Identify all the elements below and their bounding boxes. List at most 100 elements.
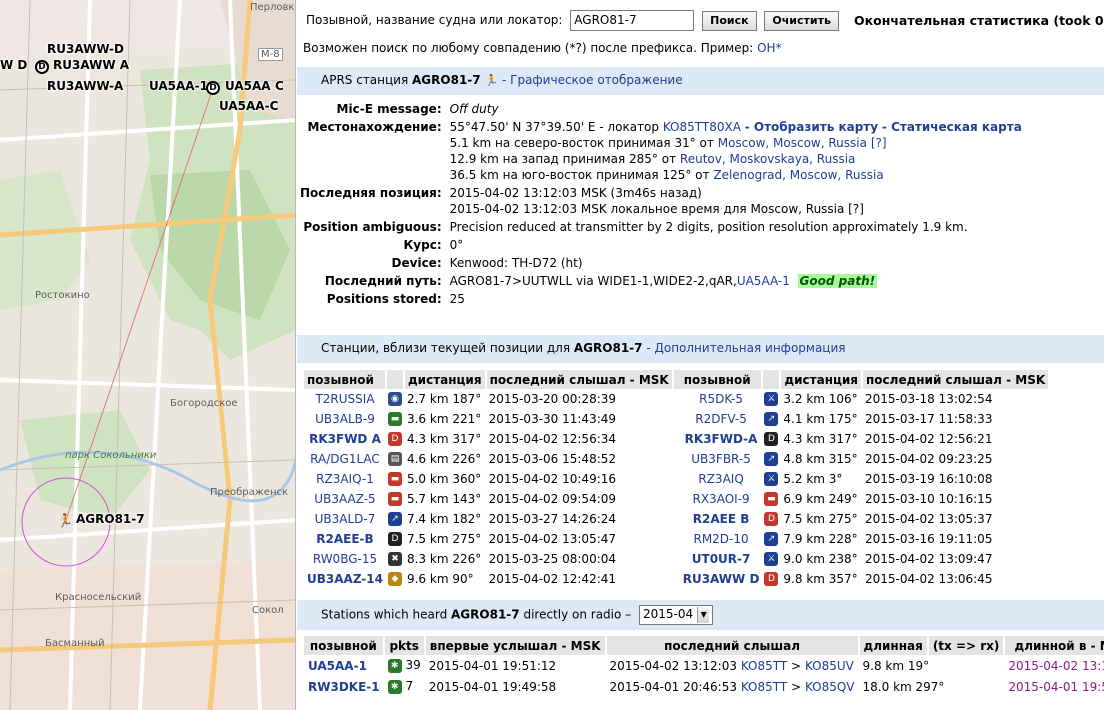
callsign-link[interactable]: UB3ALD-7 <box>315 512 376 526</box>
callsign-link[interactable]: RZ3AIQ-1 <box>316 472 374 486</box>
runner-icon: ⚔ <box>764 392 779 407</box>
map-panel[interactable]: Перловка М-8 Ростокино Богородское парк … <box>0 0 296 710</box>
callsign-cell: RK3FWD-A <box>673 429 763 449</box>
symbol-cell: D <box>762 569 780 589</box>
callsign-link[interactable]: UB3AAZ-14 <box>307 572 383 586</box>
map-station-label[interactable]: AGRO81-7 <box>76 512 145 526</box>
callsign-link[interactable]: RZ3AIQ <box>698 472 743 486</box>
search-input[interactable]: AGRO81-7 <box>570 10 695 31</box>
map-station-label[interactable]: C <box>275 79 284 93</box>
distance-cell: 6.9 km 249° <box>783 492 858 506</box>
column-header: позывной <box>304 636 385 655</box>
place-link[interactable]: Zelenograd, Moscow, Russia <box>713 168 883 182</box>
table-row: RK3FWD A D 4.3 km 317° 2015-04-02 12:56:34 R… <box>304 429 1049 449</box>
place-link[interactable]: Moscow, Moscow, Russia <box>718 136 867 150</box>
table-row: T2RUSSIA ◉ 2.7 km 187° 2015-03-20 00:28:39 R… <box>304 389 1049 409</box>
map-station-label[interactable]: RU3AWW A <box>53 58 129 72</box>
callsign-link[interactable]: R2AEE B <box>693 512 750 526</box>
callsign-link[interactable]: R2AEE-B <box>316 532 373 546</box>
path-station-link[interactable]: UA5AA-1 <box>737 274 790 288</box>
callsign-link[interactable]: R2DFV-5 <box>695 412 747 426</box>
callsign-cell: R5DK-5 <box>673 389 763 409</box>
ht-icon: ↗ <box>764 412 779 427</box>
column-header: позывной <box>672 370 764 389</box>
callsign-cell: RK3FWD A <box>304 429 386 449</box>
column-header: длинная <box>858 636 929 655</box>
callsign-cell: RZ3AIQ-1 <box>304 469 386 489</box>
chevron-down-icon[interactable]: ▼ <box>697 607 710 623</box>
callsign-link[interactable]: UB3AAZ-5 <box>314 492 375 506</box>
callsign-link[interactable]: RU3AWW D <box>683 572 760 586</box>
help-link[interactable]: [?] <box>871 136 887 150</box>
table-row: RA/DG1LAC ▤ 4.6 km 226° 2015-03-06 15:48:52… <box>304 449 1049 469</box>
symbol-cell: ↗ <box>762 529 780 549</box>
callsign-link[interactable]: RA/DG1LAC <box>310 452 380 466</box>
callsign-link[interactable]: RK3FWD-A <box>685 432 758 446</box>
month-select[interactable]: 2015-04 ▼ <box>639 605 714 625</box>
station-header-label: APRS станция <box>321 73 409 87</box>
last-heard-cell: 2015-04-02 13:05:37 <box>865 512 993 526</box>
graphic-view-link[interactable]: - Графическое отображение <box>502 73 683 87</box>
column-header: последний слышал <box>605 636 860 655</box>
callsign-link[interactable]: RK3FWD A <box>309 432 381 446</box>
symbol-cell: ↗ <box>386 509 404 529</box>
locator-link[interactable]: KO85QV <box>805 680 855 694</box>
runner-icon[interactable]: 🏃 <box>57 514 73 529</box>
distance-cell: 4.8 km 315° <box>783 452 858 466</box>
map-station-label[interactable]: W D <box>0 58 27 72</box>
locator-link[interactable]: KO85TT <box>741 680 787 694</box>
map-station-label[interactable]: RU3AWW-A <box>47 79 123 93</box>
search-example-link[interactable]: OH* <box>757 41 781 55</box>
map-station-label[interactable]: UA5AA-C <box>219 99 278 113</box>
symbol-cell: ↗ <box>762 409 780 429</box>
last-heard-cell: 2015-03-06 15:48:52 <box>488 452 617 466</box>
arrow-text: > <box>791 679 802 694</box>
locator-link[interactable]: KO85TT <box>741 659 787 673</box>
callsign-link[interactable]: RM2D-10 <box>693 532 748 546</box>
callsign-link[interactable]: UB3ALB-9 <box>315 412 375 426</box>
distance-cell: 3.2 km 106° <box>783 392 858 406</box>
clear-button[interactable]: Очистить <box>764 10 839 31</box>
distance-cell: 7.5 km 275° <box>406 532 482 546</box>
nearby-table: позывной дистанция последний слышал - MS… <box>304 370 1051 589</box>
callsign-link[interactable]: RW0BG-15 <box>313 552 377 566</box>
globe-icon: ◉ <box>387 392 402 407</box>
callsign-link[interactable]: R5DK-5 <box>699 392 743 406</box>
arrow-text: > <box>791 658 802 673</box>
car-icon: ▬ <box>387 492 402 507</box>
column-header: длинной в - MSK <box>1004 636 1104 655</box>
heard-table: позывной pkts впервые услышал - MSK посл… <box>304 636 1104 697</box>
more-info-link[interactable]: - Дополнительная информация <box>646 341 845 355</box>
map-station-label[interactable]: RU3AWW-D <box>47 42 124 56</box>
last-heard-cell: 2015-04-02 12:56:34 <box>488 432 617 446</box>
show-map-link[interactable]: - Отобразить карту <box>745 120 878 134</box>
last-heard-cell: 2015-04-02 13:09:47 <box>865 552 993 566</box>
symbol-cell: ▤ <box>386 449 404 469</box>
location-label: Местонахождение: <box>307 120 442 134</box>
digipeater-icon[interactable]: D <box>206 81 220 95</box>
map-station-label[interactable]: UA5AA-1 <box>149 79 208 93</box>
callsign-link[interactable]: UT0UR-7 <box>692 552 751 566</box>
mic-e-value: Off duty <box>449 102 499 116</box>
callsign-link[interactable]: UA5AA-1 <box>308 659 367 673</box>
map-station-label[interactable]: UA5AA <box>225 79 271 93</box>
stats-link[interactable]: Окончательная статистика (took 0.0 <box>854 13 1104 28</box>
callsign-link[interactable]: T2RUSSIA <box>315 392 374 406</box>
callsign-link[interactable]: UB3FBR-5 <box>691 452 751 466</box>
distance-cell: 4.3 km 317° <box>783 432 858 446</box>
locator-link[interactable]: KO85TT80XA <box>663 120 741 134</box>
heard-callsign: AGRO81-7 <box>451 607 520 622</box>
locator-link[interactable]: KO85UV <box>805 659 854 673</box>
search-button[interactable]: Поиск <box>702 10 757 31</box>
distance-text: 12.9 km на запад принимая 285° от <box>449 152 677 166</box>
runner-icon: ⚔ <box>764 552 779 567</box>
table-row: RW0BG-15 ✖ 8.3 km 226° 2015-03-25 08:00:04 U… <box>304 549 1049 569</box>
location-coords: 55°47.50' N 37°39.50' E - локатор <box>449 120 659 134</box>
symbol-cell: ▬ <box>762 489 780 509</box>
place-link[interactable]: Reutov, Moskovskaya, Russia <box>680 152 856 166</box>
digipeater-icon[interactable]: D <box>35 60 49 74</box>
callsign-link[interactable]: RX3AOI-9 <box>693 492 750 506</box>
static-map-link[interactable]: - Статическая карта <box>882 120 1022 134</box>
callsign-link[interactable]: RW3DKE-1 <box>308 680 380 694</box>
search-label: Позывной, название судна или локатор: <box>306 13 563 27</box>
